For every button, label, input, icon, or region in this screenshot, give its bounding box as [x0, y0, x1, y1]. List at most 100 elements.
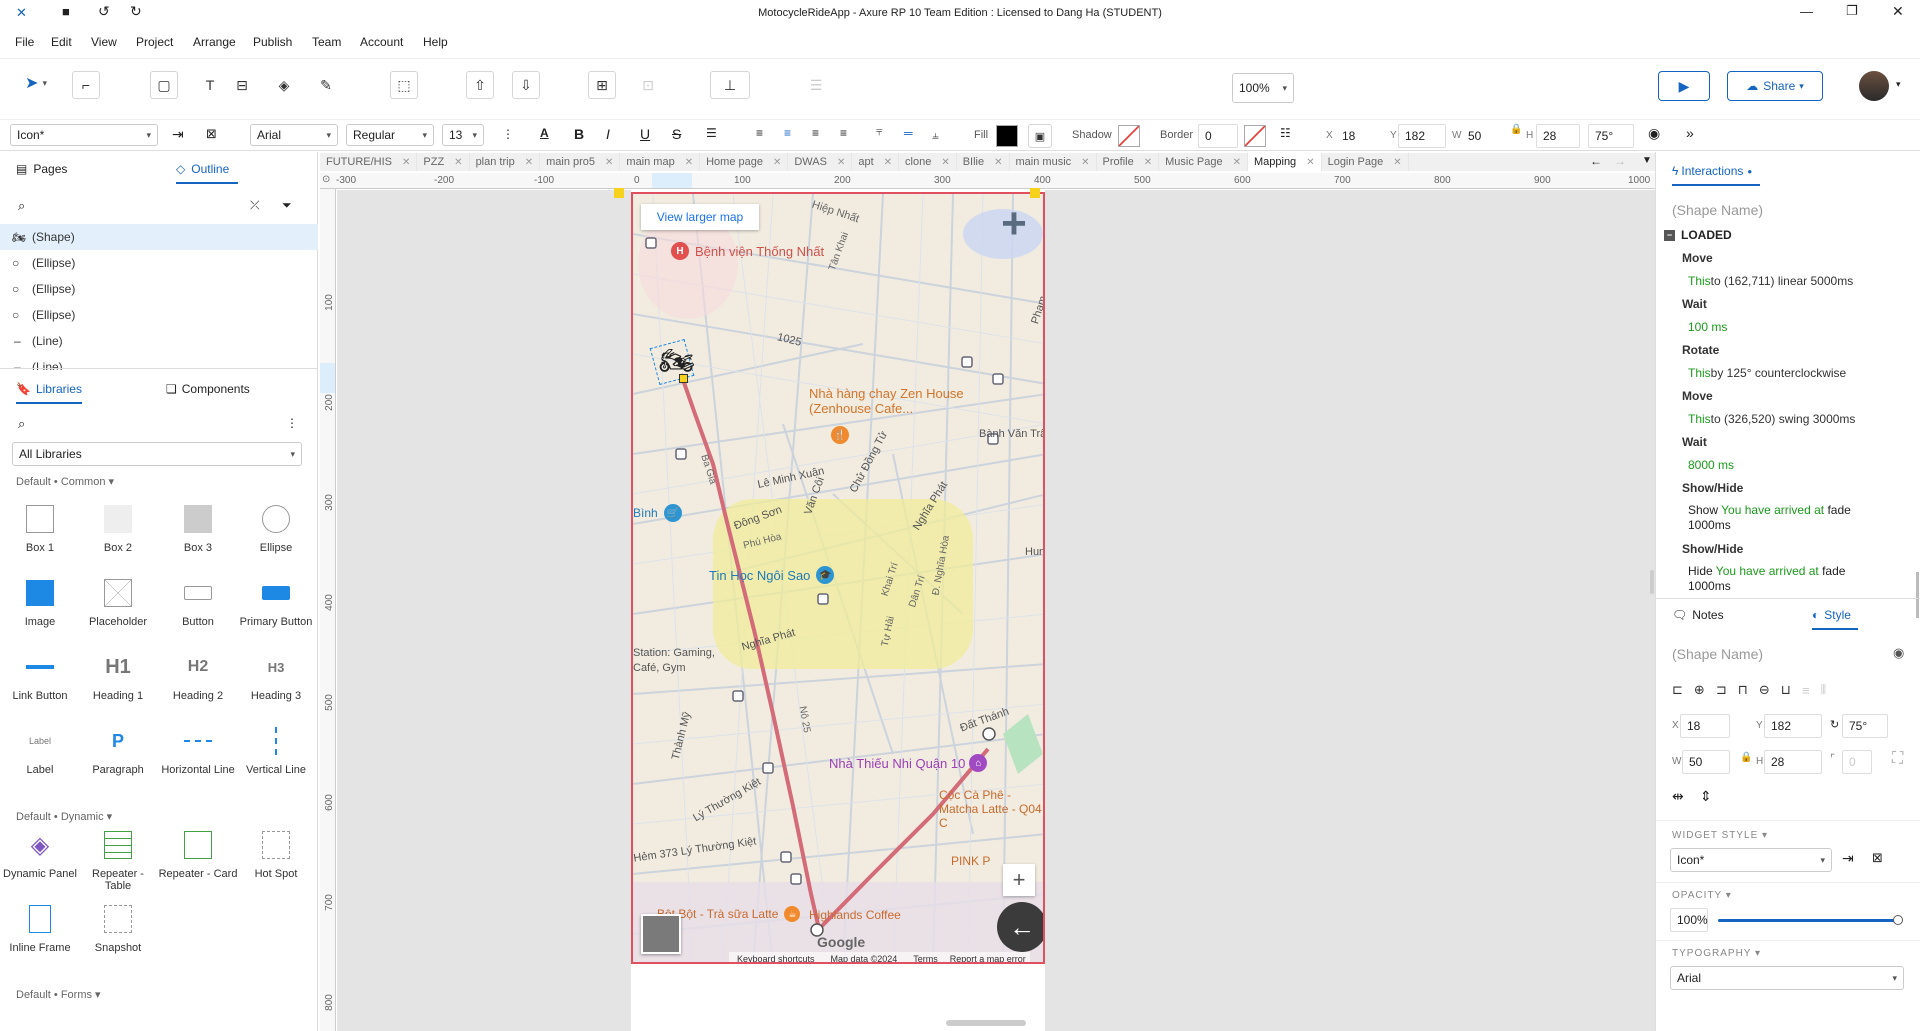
page-tab[interactable]: Login Page ✕ — [1322, 153, 1409, 171]
library-item-heading3[interactable]: H3 Heading 3 — [236, 650, 316, 703]
close-icon[interactable]: ✕ — [1144, 157, 1152, 168]
page-tab[interactable]: main map ✕ — [620, 153, 701, 171]
x-input[interactable]: 18 — [1336, 124, 1376, 148]
tab-outline[interactable]: ◇ Outline — [176, 162, 229, 176]
tab-pages[interactable]: ▤ Pages — [16, 162, 67, 176]
valign-top-icon[interactable]: ⫧ — [876, 124, 883, 139]
style-shape-name-input[interactable]: (Shape Name) — [1672, 646, 1763, 662]
motorcycle-shape-selected[interactable]: 🏍 — [649, 338, 695, 386]
action-detail[interactable]: Hide You have arrived at fade 1000ms — [1656, 560, 1914, 594]
align-center-icon[interactable]: ⊕ — [1694, 682, 1705, 698]
strikethrough-button[interactable]: S — [672, 126, 681, 142]
close-icon[interactable]: ✕ — [525, 157, 533, 168]
preview-button[interactable]: ▶ — [1658, 71, 1710, 101]
font-family-select[interactable]: Arial ▾ — [250, 124, 338, 146]
menu-publish[interactable]: Publish — [253, 35, 292, 49]
menu-help[interactable]: Help — [423, 35, 448, 49]
library-item-dynamic-panel[interactable]: ◈ Dynamic Panel — [0, 828, 80, 881]
close-icon[interactable]: ✕ — [884, 157, 892, 168]
border-width-input[interactable]: 0 — [1198, 124, 1238, 148]
user-avatar[interactable] — [1859, 71, 1889, 101]
library-item-horizontal-line[interactable]: Horizontal Line — [158, 724, 238, 776]
collapse-icon[interactable]: ⤫ — [250, 198, 260, 213]
close-icon[interactable]: ✕ — [773, 157, 781, 168]
share-button[interactable]: ☁ Share ▾ — [1727, 71, 1823, 101]
align-left-icon[interactable]: ⊏ — [1672, 682, 1683, 698]
typography-font-select[interactable]: Arial ▾ — [1670, 966, 1904, 990]
menu-account[interactable]: Account — [360, 35, 403, 49]
tab-components[interactable]: ❏ Components — [166, 382, 250, 396]
collapse-icon[interactable]: − — [1664, 229, 1675, 241]
page-tab[interactable]: PZZ ✕ — [417, 153, 470, 171]
rectangle-tool-button[interactable]: ▢ — [150, 71, 178, 99]
tab-style[interactable]: ◐ Style — [1812, 608, 1851, 622]
ungroup-button[interactable]: ⊡ — [634, 71, 662, 99]
library-item-box1[interactable]: Box 1 — [0, 502, 80, 554]
valign-bottom-icon[interactable]: ⫨ — [932, 128, 939, 143]
minimize-button[interactable]: — — [1800, 4, 1813, 19]
restore-button[interactable]: ❐ — [1846, 3, 1858, 19]
style-y-input[interactable]: 182 — [1764, 714, 1822, 738]
fill-color-swatch[interactable] — [996, 125, 1018, 147]
bring-front-button[interactable]: ⇧ — [466, 71, 494, 99]
apply-style-icon[interactable]: ⇥ — [1842, 850, 1854, 867]
library-item-hot-spot[interactable]: Hot Spot — [236, 828, 316, 880]
opacity-input[interactable]: 100% — [1670, 908, 1708, 932]
visibility-icon[interactable]: ◉ — [1648, 125, 1660, 142]
h-input[interactable]: 28 — [1536, 124, 1580, 148]
library-item-paragraph[interactable]: P Paragraph — [78, 724, 158, 777]
library-select[interactable]: All Libraries ▾ — [12, 442, 302, 466]
action-name[interactable]: Move — [1656, 384, 1914, 407]
library-item-image[interactable]: Image — [0, 576, 80, 628]
panel-divider[interactable] — [0, 368, 318, 369]
outline-item[interactable]: – (Line) — [0, 328, 318, 354]
page-tab[interactable]: Home page ✕ — [700, 153, 789, 171]
apply-style-icon[interactable]: ⇥ — [172, 126, 184, 143]
tab-next-icon[interactable]: → — [1614, 154, 1626, 168]
close-button[interactable]: ✕ — [1892, 3, 1904, 20]
terms-link[interactable]: Terms — [913, 954, 938, 962]
style-widget-select[interactable]: Icon* ▾ — [1670, 848, 1832, 872]
outline-item[interactable]: ○ (Ellipse) — [0, 302, 318, 328]
map-zoom-in-button[interactable]: + — [1003, 864, 1035, 896]
font-weight-select[interactable]: Regular ▾ — [346, 124, 434, 146]
eye-icon[interactable]: ◉ — [1893, 645, 1904, 661]
library-item-label[interactable]: Label Label — [0, 724, 80, 776]
menu-edit[interactable]: Edit — [51, 35, 72, 49]
library-item-repeater-table[interactable]: Repeater - Table — [78, 828, 158, 892]
library-item-vertical-line[interactable]: Vertical Line — [236, 724, 316, 776]
fit-icon[interactable]: ⛶ — [1892, 750, 1903, 768]
widget-style-title[interactable]: WIDGET STYLE ▾ — [1672, 830, 1768, 841]
menu-arrange[interactable]: Arrange — [193, 35, 236, 49]
rotation-input[interactable]: 75° — [1588, 124, 1634, 148]
w-input[interactable]: 50 — [1462, 124, 1506, 148]
justify-icon[interactable]: ≡ — [840, 126, 847, 140]
opacity-slider-handle[interactable] — [1893, 915, 1903, 925]
style-rotation-input[interactable]: 75° — [1842, 714, 1888, 738]
page-tab[interactable]: BIlie ✕ — [957, 153, 1010, 171]
border-color-swatch[interactable] — [1244, 125, 1266, 147]
style-x-input[interactable]: 18 — [1680, 714, 1730, 738]
action-name[interactable]: Wait — [1656, 292, 1914, 315]
page-tab[interactable]: Profile ✕ — [1097, 153, 1160, 171]
interactions-scrollbar[interactable] — [1916, 572, 1919, 618]
page-tab[interactable]: FUTURE/HIS ✕ — [320, 153, 418, 171]
font-color-icon[interactable]: A — [540, 126, 549, 140]
satellite-thumbnail[interactable] — [641, 914, 681, 954]
shape-name-input[interactable]: (Shape Name) — [1672, 202, 1763, 218]
distribute-button[interactable]: ☰ — [796, 71, 836, 99]
action-name[interactable]: Wait — [1656, 430, 1914, 453]
event-loaded[interactable]: − LOADED — [1656, 224, 1914, 246]
insert-tool-button[interactable]: ⊟ — [228, 71, 256, 99]
action-detail[interactable]: 8000 ms — [1656, 453, 1914, 476]
opacity-slider-track[interactable] — [1718, 919, 1898, 922]
keyboard-shortcuts-link[interactable]: Keyboard shortcuts — [737, 954, 815, 962]
align-middle-icon[interactable]: ⊖ — [1759, 682, 1770, 698]
page-tab[interactable]: Music Page ✕ — [1159, 153, 1248, 171]
flip-horizontal-icon[interactable]: ⇹ — [1672, 788, 1684, 805]
lock-icon[interactable]: 🔒 — [1740, 752, 1752, 763]
menu-team[interactable]: Team — [312, 35, 341, 49]
border-style-icon[interactable]: ☷ — [1280, 126, 1291, 140]
filter-icon[interactable]: ⏷ — [282, 198, 292, 213]
connector-tool-button[interactable]: ⌐ — [72, 71, 100, 99]
